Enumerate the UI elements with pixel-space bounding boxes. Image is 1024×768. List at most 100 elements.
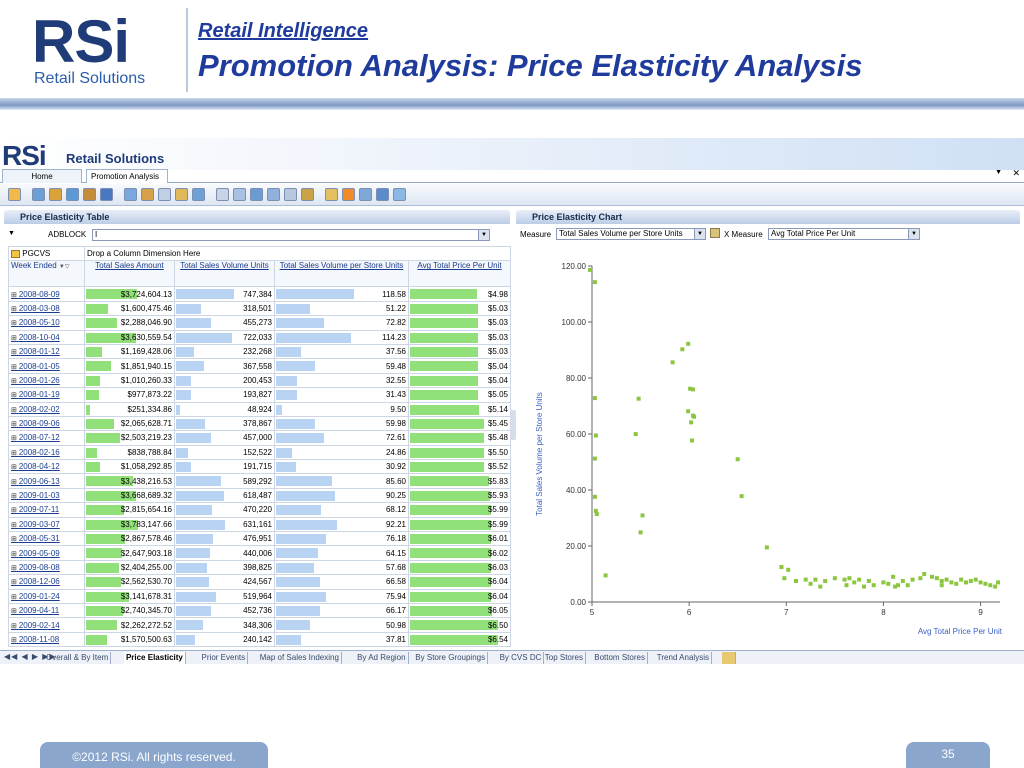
toolbar-button-icon[interactable]	[49, 188, 62, 201]
expand-icon[interactable]: ⊞	[11, 551, 19, 558]
expand-icon[interactable]: ⊞	[11, 507, 19, 514]
expand-icon[interactable]: ⊞	[11, 320, 19, 327]
week-ended-cell[interactable]: ⊞ 2008-01-26	[8, 372, 85, 389]
expand-icon[interactable]: ⊞	[11, 421, 19, 428]
week-ended-cell[interactable]: ⊞ 2008-05-31	[8, 531, 85, 547]
chevron-down-icon[interactable]: ▼	[694, 229, 705, 239]
toolbar-button-icon[interactable]	[250, 188, 263, 201]
week-ended-cell[interactable]: ⊞ 2009-06-13	[8, 473, 85, 489]
week-ended-cell[interactable]: ⊞ 2008-01-12	[8, 343, 85, 360]
toolbar-button-icon[interactable]	[216, 188, 229, 201]
panel-splitter[interactable]	[510, 410, 516, 440]
toolbar-button-icon[interactable]	[284, 188, 297, 201]
toolbar-button-icon[interactable]	[100, 188, 113, 201]
toolbar-button-icon[interactable]	[342, 188, 355, 201]
sheet-tab[interactable]: Prior Events	[200, 652, 249, 664]
sheet-tab[interactable]: By Store Groupings	[413, 652, 489, 664]
toolbar-button-icon[interactable]	[393, 188, 406, 201]
expand-icon[interactable]: ⊞	[11, 464, 19, 471]
sheet-tab[interactable]: Map of Sales Indexing	[258, 652, 342, 664]
toolbar-button-icon[interactable]	[267, 188, 280, 201]
expand-icon[interactable]: ⊞	[11, 579, 19, 586]
chevron-down-icon[interactable]: ▼	[908, 229, 919, 239]
week-ended-cell[interactable]: ⊞ 2008-02-16	[8, 444, 85, 461]
expand-icon[interactable]: ⊞	[11, 522, 19, 529]
sheet-tab[interactable]: Bottom Stores	[592, 652, 648, 664]
expand-icon[interactable]: ⊞	[11, 565, 19, 572]
week-ended-cell[interactable]: ⊞ 2008-10-04	[8, 329, 85, 345]
week-ended-cell[interactable]: ⊞ 2008-07-12	[8, 430, 85, 446]
expand-icon[interactable]: ⊞	[11, 349, 19, 356]
col-header-total-sales-volume[interactable]: Total Sales Volume Units	[174, 260, 275, 288]
toolbar-button-icon[interactable]	[32, 188, 45, 201]
expand-icon[interactable]: ⊞	[11, 450, 19, 457]
toolbar-button-icon[interactable]	[66, 188, 79, 201]
tab-promotion-analysis[interactable]: Promotion Analysis	[86, 169, 168, 183]
sheet-tab[interactable]: By Ad Region	[355, 652, 409, 664]
toolbar-button-icon[interactable]	[8, 188, 21, 201]
week-ended-cell[interactable]: ⊞ 2008-11-08	[8, 631, 85, 648]
toolbar-button-icon[interactable]	[158, 188, 171, 201]
close-icon[interactable]: ✕	[1012, 168, 1020, 179]
week-ended-cell[interactable]: ⊞ 2009-03-07	[8, 516, 85, 533]
adblock-select[interactable]: I ▼	[92, 229, 490, 241]
expand-icon[interactable]: ⊞	[11, 378, 19, 385]
expand-icon[interactable]: ⊞	[11, 292, 19, 299]
expand-icon[interactable]: ⊞	[11, 623, 19, 630]
expand-icon[interactable]: ⊞	[11, 536, 19, 543]
toolbar-button-icon[interactable]	[359, 188, 372, 201]
pgcvs-header[interactable]: PGCVS	[8, 246, 85, 262]
measure-select[interactable]: Total Sales Volume per Store Units ▼	[556, 228, 706, 240]
expand-icon[interactable]: ⊞	[11, 637, 19, 644]
toolbar-button-icon[interactable]	[233, 188, 246, 201]
week-ended-cell[interactable]: ⊞ 2009-05-09	[8, 545, 85, 561]
filter-expand-icon[interactable]: ▼	[8, 230, 15, 237]
toolbar-button-icon[interactable]	[124, 188, 137, 201]
x-measure-select[interactable]: Avg Total Price Per Unit ▼	[768, 228, 920, 240]
toolbar-button-icon[interactable]	[83, 188, 96, 201]
sheet-tab[interactable]: Trend Analysis	[655, 652, 712, 664]
expand-icon[interactable]: ⊞	[11, 435, 19, 442]
col-header-avg-price[interactable]: Avg Total Price Per Unit	[408, 260, 511, 288]
week-ended-cell[interactable]: ⊞ 2009-01-24	[8, 588, 85, 604]
row-header[interactable]: Week Ended ▼▽	[8, 260, 85, 288]
expand-icon[interactable]: ⊞	[11, 335, 19, 342]
chevron-down-icon[interactable]: ▼	[478, 230, 489, 240]
week-ended-cell[interactable]: ⊞ 2008-01-19	[8, 387, 85, 403]
add-sheet-icon[interactable]	[721, 652, 736, 664]
week-ended-cell[interactable]: ⊞ 2009-04-11	[8, 602, 85, 619]
expand-icon[interactable]: ⊞	[11, 306, 19, 313]
sheet-tab[interactable]: Overall & By Item	[44, 652, 112, 664]
toolbar-button-icon[interactable]	[175, 188, 188, 201]
week-ended-cell[interactable]: ⊞ 2009-01-03	[8, 487, 85, 504]
expand-icon[interactable]: ⊞	[11, 407, 19, 414]
expand-icon[interactable]: ⊞	[11, 594, 19, 601]
swap-icon[interactable]	[710, 228, 720, 238]
week-ended-cell[interactable]: ⊞ 2008-08-09	[8, 286, 85, 302]
col-header-total-sales-amount[interactable]: Total Sales Amount	[84, 260, 175, 288]
tab-home[interactable]: Home	[2, 169, 82, 183]
week-ended-cell[interactable]: ⊞ 2008-12-06	[8, 574, 85, 590]
expand-icon[interactable]: ⊞	[11, 608, 19, 615]
week-ended-cell[interactable]: ⊞ 2008-05-10	[8, 315, 85, 331]
toolbar-button-icon[interactable]	[325, 188, 338, 201]
expand-icon[interactable]: ⊞	[11, 392, 19, 399]
expand-icon[interactable]: ⊞	[11, 493, 19, 500]
week-ended-cell[interactable]: ⊞ 2008-02-02	[8, 401, 85, 417]
toolbar-button-icon[interactable]	[301, 188, 314, 201]
week-ended-cell[interactable]: ⊞ 2008-03-08	[8, 300, 85, 317]
toolbar-button-icon[interactable]	[192, 188, 205, 201]
week-ended-cell[interactable]: ⊞ 2008-09-06	[8, 415, 85, 432]
week-ended-cell[interactable]: ⊞ 2009-02-14	[8, 617, 85, 633]
week-ended-cell[interactable]: ⊞ 2008-04-12	[8, 459, 85, 475]
sheet-tab[interactable]: Top Stores	[543, 652, 586, 664]
sheet-tab[interactable]: By CVS DC	[498, 652, 545, 664]
col-header-volume-per-store[interactable]: Total Sales Volume per Store Units	[274, 260, 409, 288]
tab-dropdown-icon[interactable]: ▼	[995, 169, 1002, 176]
sort-filter-icon[interactable]: ▼▽	[59, 264, 70, 270]
week-ended-cell[interactable]: ⊞ 2008-01-05	[8, 358, 85, 374]
toolbar-button-icon[interactable]	[141, 188, 154, 201]
expand-icon[interactable]: ⊞	[11, 479, 19, 486]
sheet-tab[interactable]: Price Elasticity	[123, 652, 186, 664]
week-ended-cell[interactable]: ⊞ 2009-08-08	[8, 559, 85, 576]
